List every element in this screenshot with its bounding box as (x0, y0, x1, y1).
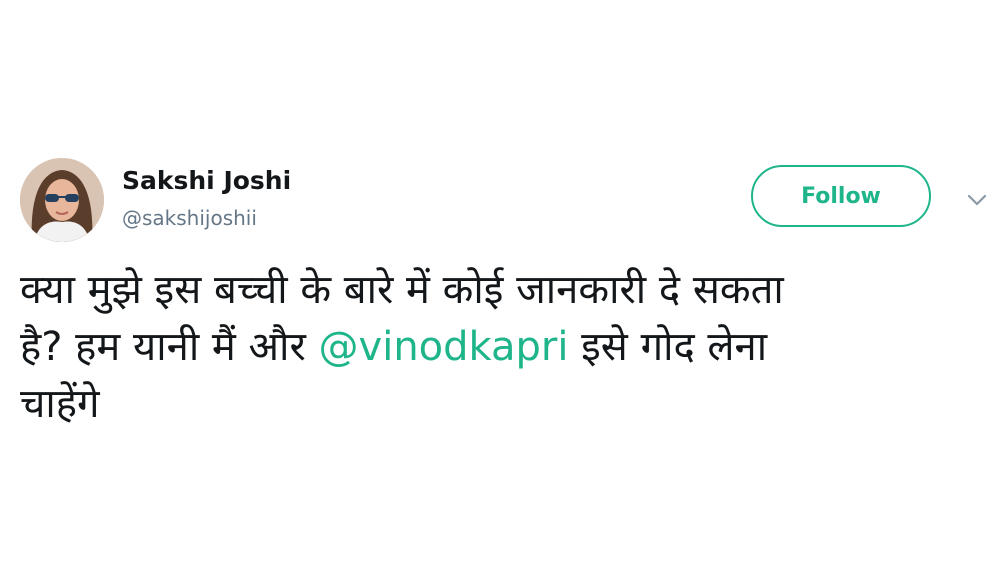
user-handle[interactable]: @sakshijoshii (122, 206, 257, 230)
tweet-text-line-3: चाहेंगे (20, 381, 100, 427)
tweet-card: Sakshi Joshi @sakshijoshii Follow क्या म… (0, 0, 1000, 565)
chevron-down-icon[interactable] (966, 192, 988, 208)
avatar-image (20, 158, 104, 242)
tweet-text-line-1: क्या मुझे इस बच्ची के बारे में कोई जानका… (20, 267, 784, 313)
tweet-text: क्या मुझे इस बच्ची के बारे में कोई जानका… (20, 262, 980, 433)
follow-button[interactable]: Follow (751, 165, 931, 227)
tweet-text-line-2: है? हम यानी मैं और @vinodkapri इसे गोद ल… (20, 319, 980, 376)
tweet-text-segment: है? हम यानी मैं और (20, 324, 319, 370)
avatar[interactable] (20, 158, 104, 242)
mention-link[interactable]: @vinodkapri (319, 324, 569, 370)
user-name[interactable]: Sakshi Joshi (122, 166, 291, 195)
tweet-text-segment: इसे गोद लेना (568, 324, 768, 370)
